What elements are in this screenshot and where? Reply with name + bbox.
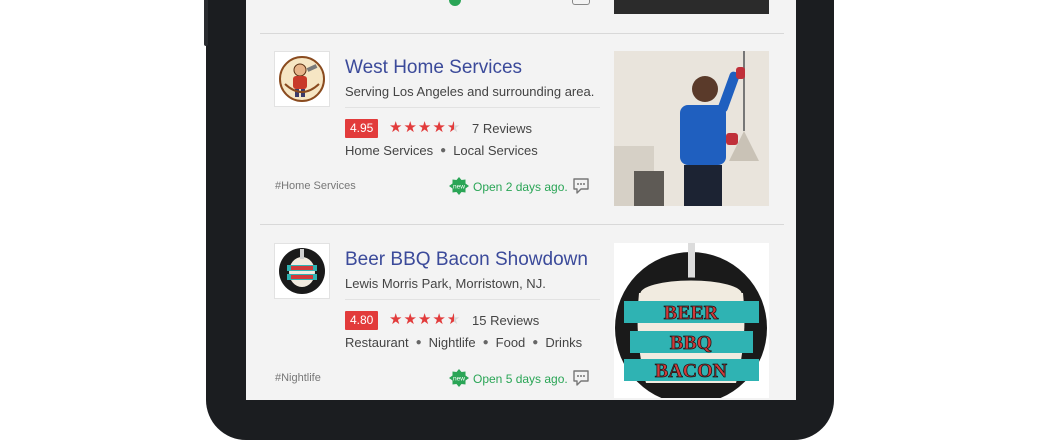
category-link[interactable]: Home Services bbox=[345, 143, 433, 158]
star-rating: ★ ★ ★ ★ ★ bbox=[389, 119, 460, 137]
opened-status: Open 2 days ago. bbox=[473, 180, 568, 194]
listing-card[interactable]: Beer BBQ Bacon Showdown Lewis Morris Par… bbox=[246, 243, 796, 400]
bullet-separator: ● bbox=[440, 145, 447, 156]
comment-icon[interactable] bbox=[572, 369, 590, 387]
category-link[interactable]: Drinks bbox=[545, 335, 582, 350]
star-icon: ★ bbox=[417, 311, 432, 328]
star-icon: ★ bbox=[432, 119, 446, 136]
divider bbox=[260, 33, 784, 34]
handyman-logo-icon bbox=[279, 56, 325, 102]
bullet-separator: ● bbox=[482, 337, 489, 348]
divider bbox=[260, 224, 784, 225]
half-star-icon: ★ bbox=[446, 119, 461, 136]
listing-title[interactable]: Beer BBQ Bacon Showdown bbox=[345, 249, 588, 271]
poster-word-bacon: BACON bbox=[655, 360, 728, 382]
category-link[interactable]: Restaurant bbox=[345, 335, 409, 350]
comment-icon[interactable] bbox=[572, 0, 590, 5]
star-icon: ★ bbox=[417, 119, 432, 136]
category-list: Restaurant ● Nightlife ● Food ● Drinks bbox=[345, 335, 582, 350]
star-icon: ★ bbox=[403, 119, 417, 136]
category-link[interactable]: Nightlife bbox=[429, 335, 476, 350]
listing-title[interactable]: West Home Services bbox=[345, 57, 522, 79]
phone-side-button bbox=[204, 0, 208, 46]
category-list: Home Services ● Local Services bbox=[345, 143, 538, 158]
listing-photo[interactable] bbox=[614, 51, 769, 206]
beer-bbq-bacon-poster: BEER BBQ BACON bbox=[614, 243, 769, 398]
star-icon: ★ bbox=[403, 311, 417, 328]
new-badge-label: new bbox=[453, 376, 465, 383]
comment-icon[interactable] bbox=[572, 177, 590, 195]
rating-badge: 4.95 bbox=[345, 119, 379, 138]
half-star-icon: ★ bbox=[446, 311, 461, 328]
bullet-separator: ● bbox=[415, 337, 422, 348]
new-badge-icon: new bbox=[449, 369, 469, 387]
listing-subtitle: Serving Los Angeles and surrounding area… bbox=[345, 84, 595, 99]
business-logo[interactable] bbox=[274, 243, 330, 299]
listing-screen: West Home Services Serving Los Angeles a… bbox=[246, 0, 796, 400]
listing-card[interactable]: West Home Services Serving Los Angeles a… bbox=[246, 51, 796, 241]
star-rating: ★ ★ ★ ★ ★ bbox=[389, 311, 460, 329]
category-link[interactable]: Local Services bbox=[453, 143, 538, 158]
new-badge-label: new bbox=[453, 184, 465, 191]
divider bbox=[345, 299, 600, 300]
electrician-photo bbox=[614, 51, 769, 206]
review-count[interactable]: 15 Reviews bbox=[472, 313, 539, 328]
star-icon: ★ bbox=[389, 119, 403, 136]
review-count[interactable]: 7 Reviews bbox=[472, 121, 532, 136]
category-link[interactable]: Food bbox=[496, 335, 526, 350]
star-icon: ★ bbox=[389, 311, 403, 328]
bbq-logo-icon bbox=[279, 248, 325, 294]
poster-word-bbq: BBQ bbox=[670, 332, 712, 354]
new-badge-icon: new bbox=[449, 177, 469, 195]
divider bbox=[345, 107, 600, 108]
hashtag-link[interactable]: #Home Services bbox=[275, 180, 356, 192]
listing-subtitle: Lewis Morris Park, Morristown, NJ. bbox=[345, 276, 546, 291]
poster-word-beer: BEER bbox=[664, 302, 719, 324]
listing-photo[interactable]: BEER BBQ BACON bbox=[614, 243, 769, 398]
business-logo[interactable] bbox=[274, 51, 330, 107]
listing-photo[interactable] bbox=[614, 0, 769, 14]
opened-status: Open 5 days ago. bbox=[473, 372, 568, 386]
rating-badge: 4.80 bbox=[345, 311, 379, 330]
hashtag-link[interactable]: #Nightlife bbox=[275, 372, 321, 384]
bullet-separator: ● bbox=[532, 337, 539, 348]
star-icon: ★ bbox=[432, 311, 446, 328]
new-badge-icon bbox=[449, 0, 461, 6]
